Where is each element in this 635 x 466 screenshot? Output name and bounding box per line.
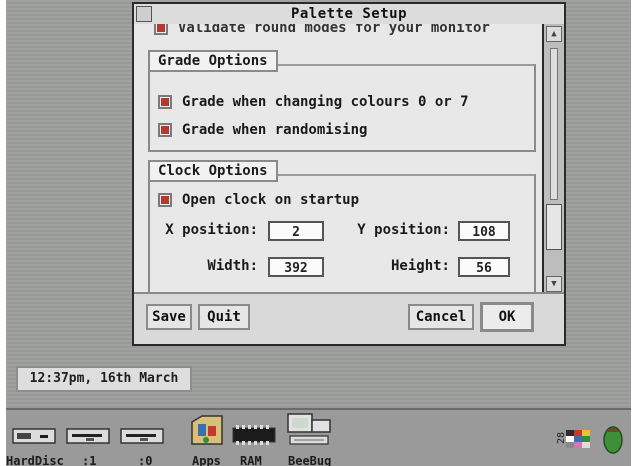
checkbox-icon [158, 123, 172, 137]
checkbox-icon [158, 193, 172, 207]
ok-button[interactable]: OK [480, 302, 534, 332]
iconbar-item-drive1[interactable] [66, 426, 110, 450]
iconbar-item-apps[interactable] [188, 412, 228, 454]
height-label: Height: [390, 258, 450, 274]
iconbar-item-beebug[interactable] [286, 410, 334, 454]
title-bar[interactable]: Palette Setup [134, 4, 564, 26]
checkbox-label: Validate round modes for your monitor [178, 24, 490, 36]
acorn-icon [603, 426, 623, 454]
svg-text:28: 28 [556, 432, 567, 444]
width-label: Width: [207, 258, 258, 274]
beebug-icon [287, 413, 331, 445]
checkbox-grade-randomising[interactable]: Grade when randomising [158, 122, 367, 138]
apps-folder-icon [191, 415, 223, 445]
iconbar-label-drive0: :0 [138, 454, 153, 466]
window-content: Validate round modes for your monitor Gr… [134, 24, 544, 294]
iconbar-label-apps: Apps [192, 454, 221, 466]
ram-disc-icon [232, 425, 276, 445]
checkbox-open-clock[interactable]: Open clock on startup [158, 192, 359, 208]
iconbar-item-ram[interactable] [232, 424, 276, 450]
checkbox-label: Grade when changing colours 0 or 7 [182, 94, 469, 110]
iconbar-label-drive1: :1 [82, 454, 97, 466]
x-position-field[interactable]: 2 [268, 221, 324, 241]
checkbox-validate-modes[interactable]: Validate round modes for your monitor [154, 24, 490, 36]
clock-display[interactable]: 12:37pm, 16th March [16, 366, 192, 392]
clock-options-heading: Clock Options [148, 160, 278, 182]
scroll-up-arrow-icon[interactable]: ▲ [546, 26, 562, 42]
vertical-scrollbar[interactable]: ▲ ▼ [542, 24, 564, 294]
checkbox-label: Grade when randomising [182, 122, 368, 138]
y-position-field[interactable]: 108 [458, 221, 510, 241]
iconbar-item-task-manager[interactable] [600, 422, 626, 460]
button-bar: Save Quit Cancel OK [134, 292, 564, 344]
iconbar-item-harddisc[interactable] [12, 426, 56, 450]
close-icon[interactable] [136, 6, 152, 22]
iconbar-label-ram: RAM [240, 454, 262, 466]
floppy-drive-icon [66, 428, 110, 444]
palette-setup-window: Palette Setup Validate round modes for y… [132, 2, 566, 346]
cancel-button[interactable]: Cancel [408, 304, 474, 330]
y-position-label: Y position: [357, 222, 450, 238]
palette-icon: 28 [556, 430, 590, 448]
hard-disc-icon [12, 428, 56, 444]
quit-button[interactable]: Quit [198, 304, 250, 330]
checkbox-grade-changing[interactable]: Grade when changing colours 0 or 7 [158, 94, 469, 110]
scroll-track [550, 48, 558, 200]
window-title: Palette Setup [290, 6, 408, 22]
icon-bar: HardDisc :1 :0 Apps RAM BeeBug 28 [6, 408, 631, 466]
floppy-drive-icon [120, 428, 164, 444]
iconbar-item-drive0[interactable] [120, 426, 164, 450]
desktop: Palette Setup Validate round modes for y… [6, 0, 631, 466]
scroll-down-arrow-icon[interactable]: ▼ [546, 276, 562, 292]
checkbox-label: Open clock on startup [182, 192, 360, 208]
iconbar-label-harddisc: HardDisc [6, 454, 64, 466]
iconbar-label-beebug: BeeBug [288, 454, 332, 466]
grade-options-heading: Grade Options [148, 50, 278, 72]
scroll-thumb[interactable] [546, 204, 562, 250]
x-position-label: X position: [165, 222, 258, 238]
checkbox-icon [158, 95, 172, 109]
width-field[interactable]: 392 [268, 257, 324, 277]
save-button[interactable]: Save [146, 304, 192, 330]
iconbar-item-palette[interactable]: 28 [554, 420, 594, 458]
height-field[interactable]: 56 [458, 257, 510, 277]
checkbox-icon [154, 24, 168, 35]
